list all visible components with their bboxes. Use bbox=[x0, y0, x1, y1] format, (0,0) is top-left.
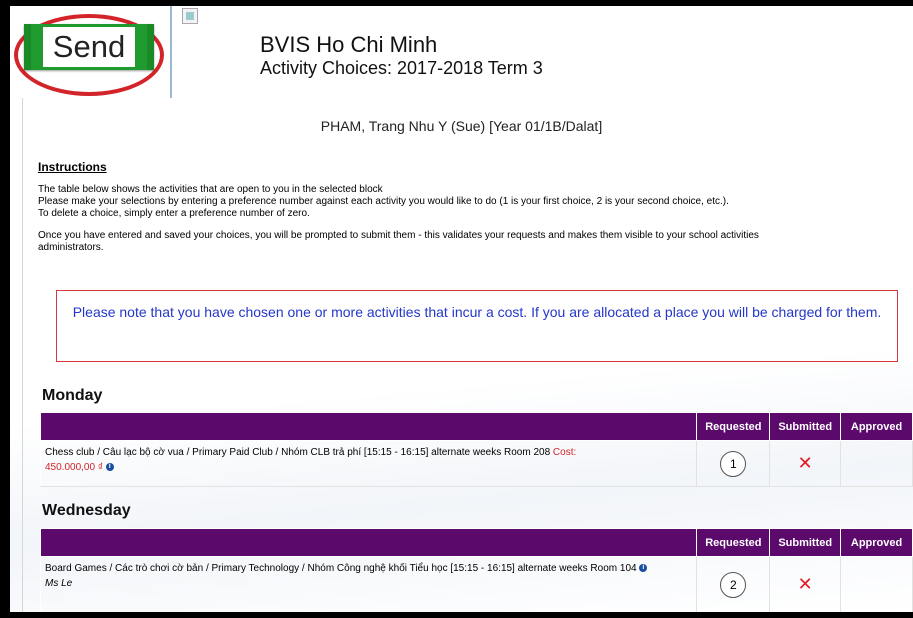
header-activity bbox=[39, 412, 698, 441]
requested-cell: 1 bbox=[696, 440, 771, 487]
cross-icon: ✕ bbox=[769, 440, 842, 487]
table-header-row: Requested Submitted Approved bbox=[39, 528, 913, 557]
day-heading: Wednesday bbox=[42, 502, 131, 519]
cost-label: Cost: bbox=[552, 447, 577, 458]
broken-image-icon bbox=[182, 8, 198, 24]
table-row: Chess club / Câu lạc bộ cờ vua / Primary… bbox=[39, 440, 913, 487]
table-row: Board Games / Các trò chơi cờ bản / Prim… bbox=[39, 556, 913, 612]
header-activity bbox=[39, 528, 698, 557]
left-border bbox=[22, 98, 23, 612]
header-requested: Requested bbox=[696, 412, 771, 441]
preference-input[interactable]: 2 bbox=[720, 571, 747, 598]
app-window: Send BVIS Ho Chi Minh Activity Choices: … bbox=[10, 6, 913, 612]
header-approved: Approved bbox=[840, 412, 913, 441]
header-requested: Requested bbox=[696, 528, 771, 557]
activity-table: Requested Submitted Approved Board Games… bbox=[39, 528, 913, 612]
table-header-row: Requested Submitted Approved bbox=[39, 412, 913, 441]
info-icon[interactable]: i bbox=[639, 564, 648, 573]
header-submitted: Submitted bbox=[769, 528, 842, 557]
main-content: PHAM, Trang Nhu Y (Sue) [Year 01/1B/Dala… bbox=[10, 98, 913, 612]
instruction-line: Please make your selections by entering … bbox=[38, 196, 729, 207]
school-name: BVIS Ho Chi Minh bbox=[260, 32, 438, 57]
cross-icon: ✕ bbox=[769, 556, 842, 612]
cost-value: 450.000,00 ₫ bbox=[45, 462, 103, 473]
instructions-heading: Instructions bbox=[38, 160, 107, 174]
cost-notice: Please note that you have chosen one or … bbox=[56, 290, 898, 362]
tutor-name: Ms Le bbox=[45, 578, 73, 589]
send-button-right-edge bbox=[147, 24, 154, 70]
instruction-line: administrators. bbox=[38, 242, 104, 253]
header-submitted: Submitted bbox=[769, 412, 842, 441]
page-header: Send BVIS Ho Chi Minh Activity Choices: … bbox=[10, 6, 913, 98]
requested-cell: 2 bbox=[696, 556, 771, 612]
send-button-label: Send bbox=[42, 27, 136, 67]
instruction-line: The table below shows the activities tha… bbox=[38, 184, 383, 195]
instruction-line: Once you have entered and saved your cho… bbox=[38, 230, 759, 241]
activity-text: Chess club / Câu lạc bộ cờ vua / Primary… bbox=[45, 447, 551, 458]
day-heading: Monday bbox=[42, 387, 103, 404]
approved-cell bbox=[840, 440, 913, 487]
activity-text: Board Games / Các trò chơi cờ bản / Prim… bbox=[45, 563, 637, 574]
activity-table: Requested Submitted Approved Chess club … bbox=[39, 412, 913, 487]
send-button-left-edge bbox=[24, 24, 31, 70]
activity-description: Board Games / Các trò chơi cờ bản / Prim… bbox=[39, 556, 698, 612]
activity-term-title: Activity Choices: 2017-2018 Term 3 bbox=[260, 58, 543, 78]
instruction-line: To delete a choice, simply enter a prefe… bbox=[38, 208, 310, 219]
send-button[interactable]: Send bbox=[24, 24, 154, 70]
info-icon[interactable]: i bbox=[105, 463, 114, 472]
preference-input[interactable]: 1 bbox=[720, 450, 747, 477]
student-name: PHAM, Trang Nhu Y (Sue) [Year 01/1B/Dala… bbox=[320, 118, 603, 134]
approved-cell bbox=[840, 556, 913, 612]
header-approved: Approved bbox=[840, 528, 913, 557]
header-divider bbox=[170, 6, 172, 98]
activity-description: Chess club / Câu lạc bộ cờ vua / Primary… bbox=[39, 440, 698, 487]
